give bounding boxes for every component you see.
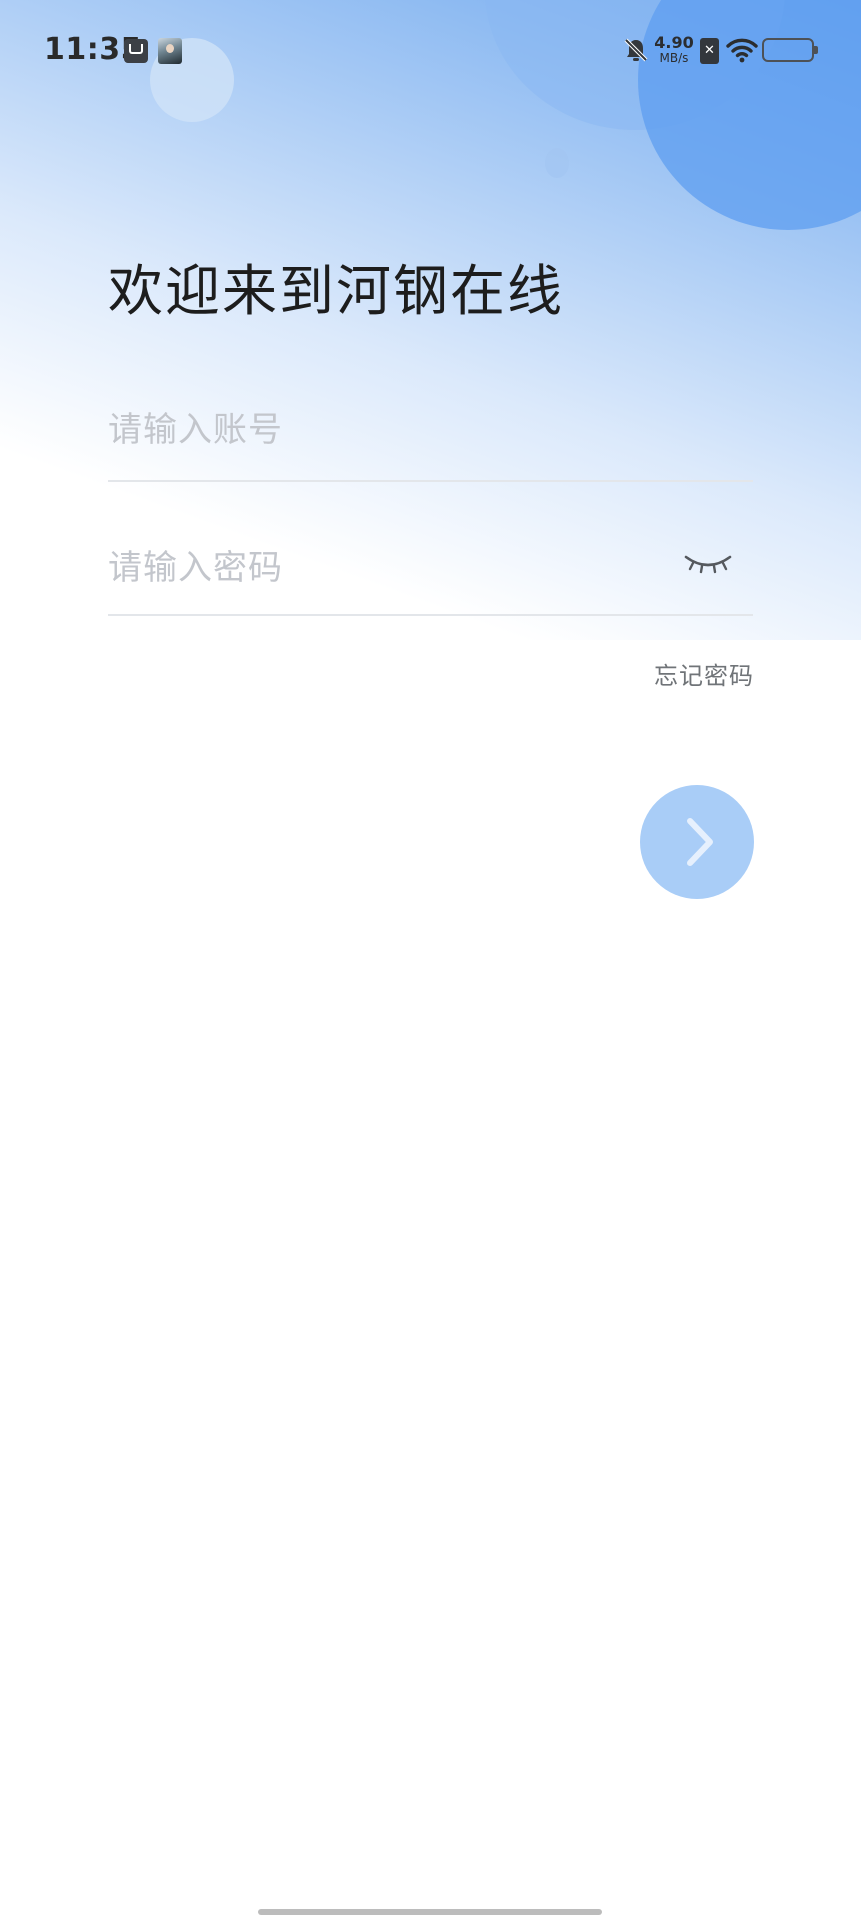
network-speed-value: 4.90 <box>654 33 694 52</box>
account-field <box>108 395 753 482</box>
battery-icon <box>762 38 818 62</box>
no-sim-icon: ✕ <box>700 38 719 64</box>
login-screen: 欢迎来到河钢在线 忘记密码 <box>0 0 861 1920</box>
submit-button[interactable] <box>640 785 754 899</box>
chevron-right-icon <box>687 818 713 866</box>
page-title: 欢迎来到河钢在线 <box>108 259 565 323</box>
notification-inbox-icon <box>124 39 148 63</box>
home-indicator[interactable] <box>258 1909 602 1915</box>
network-speed: 4.90 MB/s <box>653 34 695 65</box>
password-input[interactable] <box>108 533 753 603</box>
network-speed-unit: MB/s <box>659 51 689 65</box>
account-input[interactable] <box>108 395 753 465</box>
notification-avatar-icon <box>158 38 182 64</box>
bell-off-icon <box>622 36 650 64</box>
status-bar: 11:35 4.90 MB/s ✕ <box>0 0 861 100</box>
wifi-icon <box>726 37 758 63</box>
forgot-password-link[interactable]: 忘记密码 <box>620 656 754 691</box>
password-field <box>108 533 753 616</box>
eye-closed-icon[interactable] <box>678 543 738 583</box>
